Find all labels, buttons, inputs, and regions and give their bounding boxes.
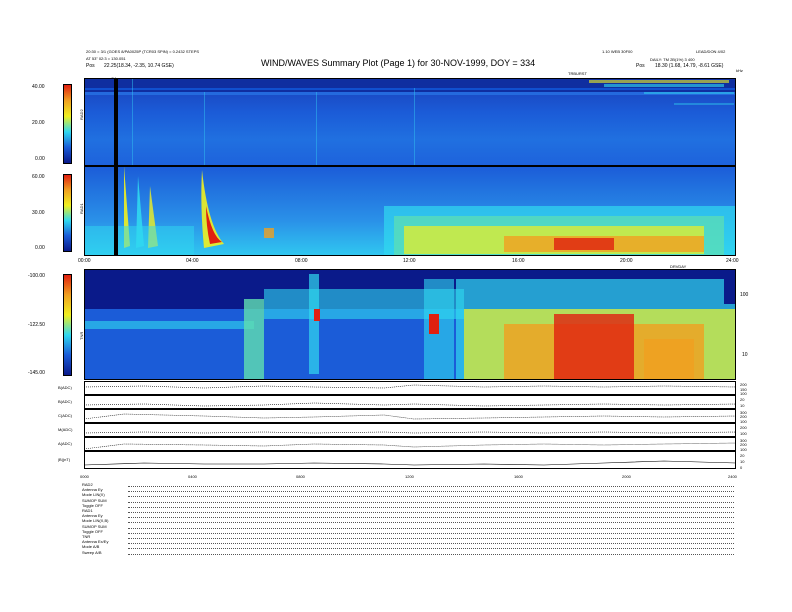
tnr-tick-top: -100.00	[28, 273, 45, 279]
rad1-tick-bottom: 0.00	[35, 245, 45, 251]
strip-4-label: M(ADC)	[58, 427, 73, 432]
tnr-frame	[84, 269, 736, 380]
strip-1-label: B(ADC)	[58, 385, 72, 390]
strip-traces	[84, 384, 736, 466]
footer-dotted-line	[128, 538, 734, 539]
time2-tick-0: 0000	[80, 474, 89, 479]
footer-dotted-line	[128, 548, 734, 550]
footer-dotted-line	[128, 522, 734, 524]
header-right-line1: 1.10 WEB 30F00	[602, 49, 633, 54]
time2-tick-2: 0800	[296, 474, 305, 479]
chart-title: WIND/WAVES Summary Plot (Page 1) for 30-…	[261, 58, 536, 68]
footer-dotted-line	[128, 506, 734, 508]
tnr-tick-mid: -122.50	[28, 322, 45, 328]
strip-5-rtick-2: 100	[740, 447, 747, 452]
strip-4-rtick-1: 100	[740, 431, 747, 436]
time2-tick-3: 1200	[405, 474, 414, 479]
time2-tick-1: 0400	[188, 474, 197, 479]
time1-tick-3: 12:00	[403, 258, 416, 264]
strip-6-rtick-1: 10	[740, 459, 745, 464]
strip-2-rtick-0: 20	[740, 397, 745, 402]
rad2-tick-bottom: 0.00	[35, 156, 45, 162]
strip-2-label: B(ADC)	[58, 399, 72, 404]
footer-dotted-line	[128, 527, 734, 529]
header-left-line2: AT 53" 02:3 = 130.051	[86, 56, 126, 61]
footer-label: Sweep A/B	[82, 549, 102, 555]
time1-tick-2: 08:00	[295, 258, 308, 264]
footer-dotted-line	[128, 501, 734, 503]
header-right-line2: DAILY: TM 2B(1%) 3 400	[650, 57, 695, 62]
time1-tick-6: 24:00	[726, 258, 739, 264]
time2-tick-4: 1600	[514, 474, 523, 479]
marker-line	[114, 78, 118, 256]
footer-dotted-line	[128, 543, 734, 545]
rad2-tick-top: 40.00	[32, 84, 45, 90]
strip-4-rtick-0: 200	[740, 425, 747, 430]
header-left-pos-label: Pos	[86, 63, 95, 69]
time1-tick-0: 00:00	[78, 258, 91, 264]
header-right-pos-label: Pos	[636, 63, 645, 69]
rad2-frame	[84, 78, 736, 166]
rad2-colorbar	[63, 84, 72, 164]
footer-dotted-line	[128, 512, 734, 513]
right-corner-unit: kHz	[736, 68, 743, 73]
header-right-line1b: LEAD/DON 4/02	[696, 49, 726, 54]
time2-tick-6: 2400	[728, 474, 737, 479]
rad1-tick-top: 60.00	[32, 174, 45, 180]
strip-5-label: A(ADC)	[58, 441, 72, 446]
strip-3-label: C(ADC)	[58, 413, 72, 418]
footer-dotted-line	[128, 491, 734, 493]
rad1-colorbar	[63, 174, 72, 252]
footer-dotted-line	[128, 517, 734, 519]
strip-3-rtick-2: 100	[740, 419, 747, 424]
footer-dotted-line	[128, 532, 734, 534]
time2-tick-5: 2000	[622, 474, 631, 479]
rad1-tick-mid: 30.00	[32, 210, 45, 216]
footer-dotted-line	[128, 553, 734, 555]
footer-dotted-line	[128, 496, 734, 498]
strip-6-rtick-0: 20	[740, 453, 745, 458]
rad1-frame	[84, 166, 736, 256]
tnr-tick-bottom: -145.00	[28, 370, 45, 376]
strip-1-rtick-2: 100	[740, 391, 747, 396]
time1-tick-1: 04:00	[186, 258, 199, 264]
strip-6-rtick-2: 0	[740, 465, 743, 470]
right-marker-label: TRBURST	[568, 71, 587, 76]
header-right-pos-value: 18.30 (1.68, 14.79, -8.61 GSE)	[655, 63, 724, 69]
tnr-right-tick-10: 10	[742, 352, 748, 358]
time1-tick-5: 20:00	[620, 258, 633, 264]
tnr-right-tick-100: 100	[740, 292, 749, 298]
strip-2-rtick-1: 10	[740, 403, 745, 408]
rad2-tick-mid: 20.00	[32, 120, 45, 126]
header-left-pos-value: 22.25(18.34, -2.35, 10.74 GSE)	[104, 63, 174, 69]
tnr-colorbar	[63, 274, 72, 376]
header-left-line1: 20:30 = 3/1 (GOES 8/PA0025P (TCR03 SPIN)…	[86, 49, 200, 54]
footer-dotted-line	[128, 486, 734, 487]
time1-tick-4: 16:00	[512, 258, 525, 264]
strip-6-label: |B|(nT)	[58, 457, 71, 462]
